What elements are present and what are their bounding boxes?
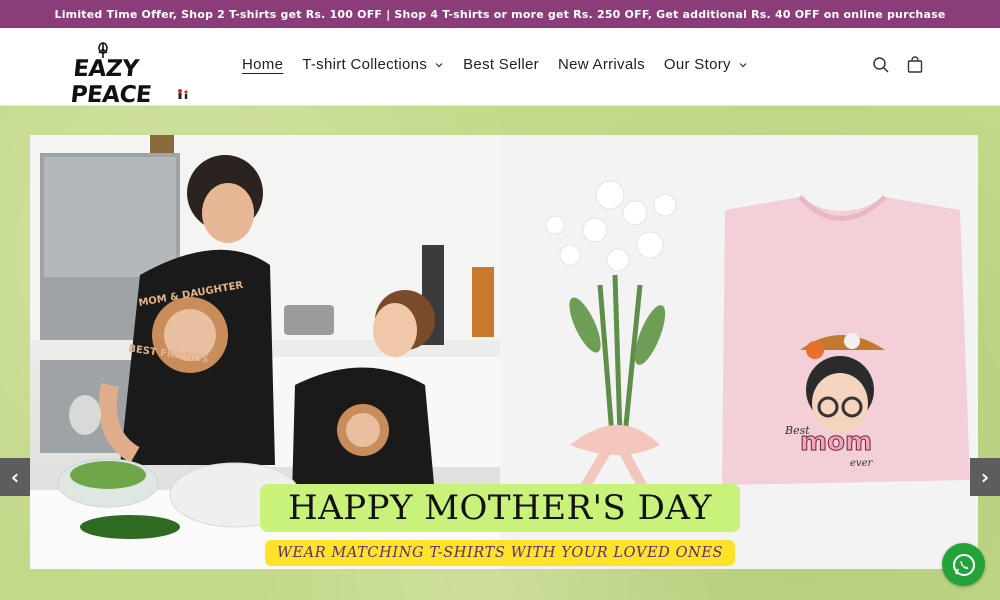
right-tee-text-2: mom (799, 427, 873, 458)
cart-icon[interactable] (905, 55, 925, 75)
whatsapp-button[interactable] (942, 543, 985, 586)
nav-label: Our Story (663, 56, 731, 73)
logo-figures-icon (178, 89, 188, 99)
hero-next-button[interactable]: › (970, 458, 1000, 496)
site-header: EAZY PEACE Home T-shirt Collections Best… (0, 28, 1000, 108)
chevron-right-icon: › (980, 465, 990, 489)
search-icon[interactable] (871, 55, 891, 75)
nav-label: Best Seller (463, 56, 539, 73)
nav-item-home[interactable]: Home (242, 56, 283, 73)
nav-label: New Arrivals (557, 56, 645, 73)
chevron-down-icon (435, 62, 443, 67)
right-tee-text-3: ever (850, 458, 873, 469)
announcement-text: Limited Time Offer, Shop 2 T-shirts get … (54, 7, 946, 21)
hero-prev-button[interactable]: ‹ (0, 458, 30, 496)
nav-item-new-arrivals[interactable]: New Arrivals (558, 56, 645, 73)
whatsapp-icon (952, 553, 975, 576)
hero-subline: WEAR MATCHING T-SHIRTS WITH YOUR LOVED O… (265, 540, 735, 566)
chevron-left-icon: ‹ (10, 465, 20, 489)
main-nav: Home T-shirt Collections Best Seller New… (242, 56, 767, 73)
logo-text: EAZY PEACE (69, 56, 153, 108)
nav-item-our-story[interactable]: Our Story (664, 56, 748, 73)
chevron-down-icon (739, 62, 747, 67)
nav-item-tshirt-collections[interactable]: T-shirt Collections (302, 56, 444, 73)
nav-item-best-seller[interactable]: Best Seller (463, 56, 539, 73)
logo[interactable]: EAZY PEACE (69, 42, 212, 108)
hero-headline: HAPPY MOTHER'S DAY (260, 484, 740, 532)
nav-label: T-shirt Collections (302, 56, 428, 73)
announcement-bar: Limited Time Offer, Shop 2 T-shirts get … (0, 0, 1000, 28)
nav-label: Home (242, 56, 284, 73)
